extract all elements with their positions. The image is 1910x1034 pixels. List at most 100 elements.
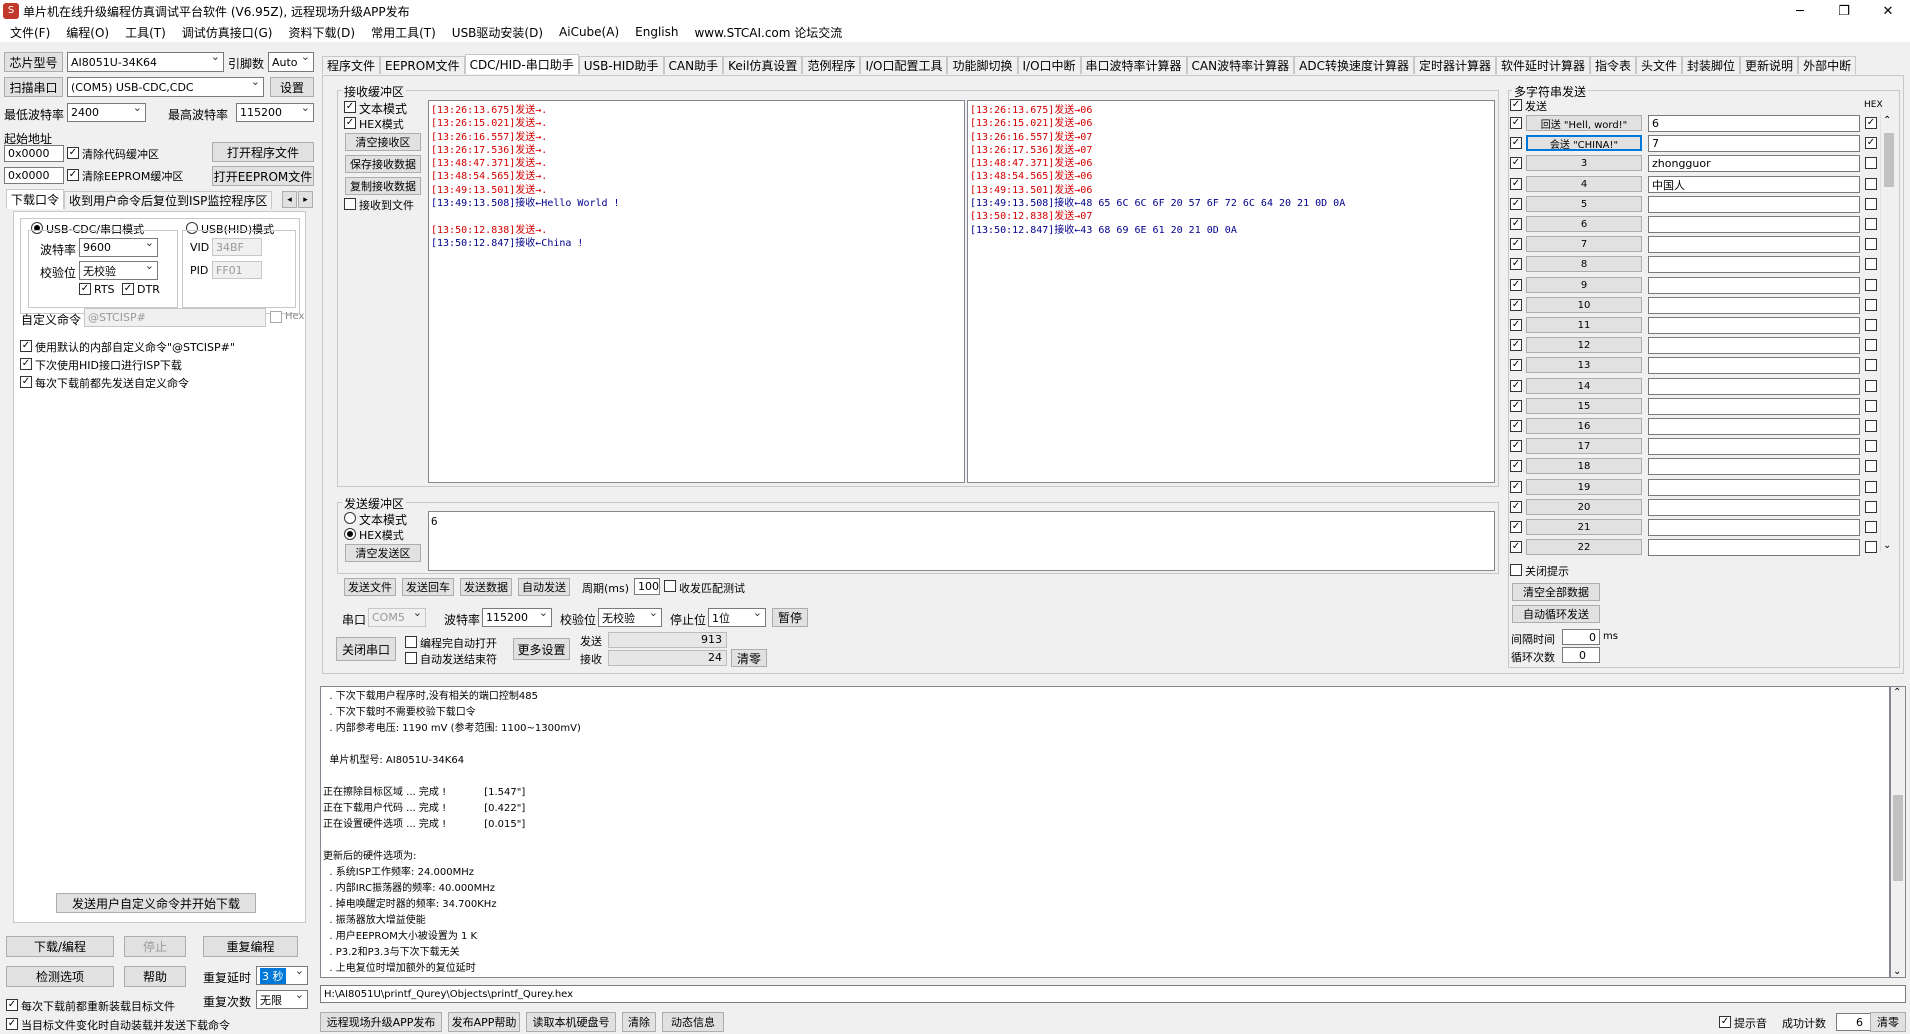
serial-stop-select[interactable]: 1位 [708,608,766,627]
dynamic-info-button[interactable]: 动态信息 [662,1012,724,1032]
menu-program[interactable]: 编程(O) [58,24,117,41]
clear-send-button[interactable]: 清空发送区 [345,544,421,562]
tab-baud-calc[interactable]: 串口波特率计算器 [1080,56,1187,74]
start-address-code[interactable]: 0x0000 [4,145,64,162]
menu-aicube[interactable]: AiCube(A) [551,25,627,39]
auto-send-button[interactable]: 自动发送 [518,578,570,596]
check-options-button[interactable]: 检测选项 [6,966,114,987]
receive-to-file-checkbox[interactable] [344,198,356,210]
send-custom-first-checkbox[interactable] [20,376,32,388]
multi-row-hex-checkbox[interactable] [1865,157,1877,169]
multi-row-hex-checkbox[interactable] [1865,238,1877,250]
multi-row-send-checkbox[interactable] [1510,400,1522,412]
output-scroll-up-icon[interactable]: ⌃ [1893,687,1901,698]
loop-count-field[interactable]: 0 [1562,647,1600,663]
baud-select[interactable]: 9600 [79,238,158,257]
multi-row-hex-checkbox[interactable] [1865,319,1877,331]
tab-scroll-right-icon[interactable]: ▸ [298,191,313,208]
multi-row-data-field[interactable] [1648,297,1860,314]
tab-delay-calc[interactable]: 软件延时计算器 [1495,56,1590,74]
clear-success-count-button[interactable]: 清零 [1870,1012,1906,1032]
multi-row-send-button[interactable]: 回送 "Hell, word!" [1526,115,1642,131]
serial-baud-select[interactable]: 115200 [482,608,552,627]
multi-row-hex-checkbox[interactable] [1865,359,1877,371]
multi-row-send-checkbox[interactable] [1510,380,1522,392]
tab-external-interrupt[interactable]: 外部中断 [1798,56,1857,74]
rts-checkbox[interactable] [79,283,91,295]
multi-row-data-field[interactable] [1648,519,1860,536]
min-baud-select[interactable]: 2400 [67,103,146,122]
multi-row-send-button[interactable]: 4 [1526,176,1642,192]
pin-count-select[interactable]: Auto [268,52,314,72]
multi-row-data-field[interactable]: zhongguor [1648,155,1860,172]
multi-row-send-button[interactable]: 10 [1526,297,1642,313]
multi-row-send-checkbox[interactable] [1510,299,1522,311]
tab-io-config[interactable]: I/O口配置工具 [860,56,948,74]
scroll-thumb[interactable] [1884,133,1894,187]
multi-row-send-button[interactable]: 15 [1526,398,1642,414]
tab-header-file[interactable]: 头文件 [1636,56,1683,74]
multi-row-send-checkbox[interactable] [1510,218,1522,230]
output-scroll-down-icon[interactable]: ⌄ [1893,966,1901,977]
clear-output-button[interactable]: 清除 [622,1012,656,1032]
multi-row-send-button[interactable]: 13 [1526,357,1642,373]
send-data-button[interactable]: 发送数据 [460,578,512,596]
use-hid-next-checkbox[interactable] [20,358,32,370]
remote-upgrade-button[interactable]: 远程现场升级APP发布 [320,1012,442,1032]
multi-row-hex-checkbox[interactable] [1865,117,1877,129]
recv-text-mode-checkbox[interactable] [344,101,356,113]
multi-row-send-button[interactable]: 16 [1526,418,1642,434]
tab-io-interrupt[interactable]: I/O口中断 [1017,56,1081,74]
multi-send-scrollbar[interactable]: ⌃ ⌄ [1880,113,1896,553]
output-log[interactable]: . 下次下载用户程序时,没有相关的端口控制485 . 下次下载时不需要校验下载口… [320,686,1890,978]
multi-row-send-checkbox[interactable] [1510,460,1522,472]
multi-row-send-button[interactable]: 8 [1526,256,1642,272]
vid-field[interactable]: 34BF [212,238,262,256]
output-scrollbar[interactable]: ⌃ ⌄ [1890,686,1906,978]
multi-row-data-field[interactable] [1648,337,1860,354]
repeat-program-button[interactable]: 重复编程 [203,936,298,957]
multi-row-send-button[interactable]: 22 [1526,539,1642,555]
multi-row-send-checkbox[interactable] [1510,359,1522,371]
tab-reset-isp[interactable]: 收到用户命令后复位到ISP监控程序区 [64,191,273,209]
save-receive-button[interactable]: 保存接收数据 [345,155,421,173]
tab-instructions[interactable]: 指令表 [1590,56,1637,74]
multi-row-data-field[interactable] [1648,236,1860,253]
multi-row-hex-checkbox[interactable] [1865,218,1877,230]
close-button[interactable]: ✕ [1866,0,1910,22]
tab-pin-switch[interactable]: 功能脚切换 [947,56,1018,74]
multi-row-data-field[interactable] [1648,539,1860,556]
multi-row-send-button[interactable]: 6 [1526,216,1642,232]
multi-row-send-checkbox[interactable] [1510,420,1522,432]
multi-row-hex-checkbox[interactable] [1865,501,1877,513]
multi-row-hex-checkbox[interactable] [1865,521,1877,533]
multi-row-send-checkbox[interactable] [1510,319,1522,331]
reload-before-download-checkbox[interactable] [6,999,18,1011]
clear-all-data-button[interactable]: 清空全部数据 [1512,583,1600,601]
period-field[interactable]: 100 [634,578,660,595]
tab-examples[interactable]: 范例程序 [802,56,861,74]
multi-row-hex-checkbox[interactable] [1865,460,1877,472]
output-scroll-thumb[interactable] [1893,795,1903,881]
send-text-mode-radio[interactable] [344,512,356,524]
more-settings-button[interactable]: 更多设置 [513,638,570,660]
clear-count-button[interactable]: 清零 [731,649,767,667]
maximize-button[interactable]: ❐ [1822,0,1866,22]
multi-row-send-button[interactable]: 14 [1526,378,1642,394]
tab-program-file[interactable]: 程序文件 [322,56,381,74]
chip-model-select[interactable]: AI8051U-34K64 [67,52,224,72]
retry-count-select[interactable]: 无限 [256,990,308,1009]
multi-row-data-field[interactable] [1648,357,1860,374]
tab-changelog[interactable]: 更新说明 [1740,56,1799,74]
multi-row-data-field[interactable] [1648,418,1860,435]
interval-field[interactable]: 0 [1562,629,1600,645]
minimize-button[interactable]: ─ [1778,0,1822,22]
serial-parity-select[interactable]: 无校验 [598,608,662,627]
multi-row-hex-checkbox[interactable] [1865,198,1877,210]
tab-timer-calc[interactable]: 定时器计算器 [1413,56,1496,74]
custom-hex-checkbox[interactable] [270,311,282,323]
multi-row-send-checkbox[interactable] [1510,440,1522,452]
tab-keil[interactable]: Keil仿真设置 [723,56,803,74]
stop-button[interactable]: 停止 [124,936,186,957]
send-text-area[interactable]: 6 [428,511,1495,571]
